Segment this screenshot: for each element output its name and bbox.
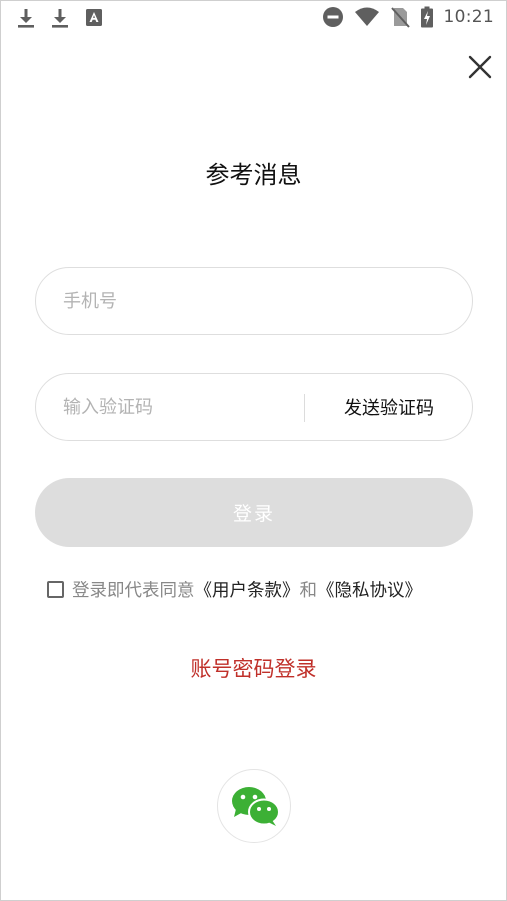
font-app-icon (86, 9, 102, 26)
password-login-link[interactable]: 账号密码登录 (191, 657, 317, 681)
status-time: 10:21 (443, 7, 494, 27)
verification-code-input[interactable] (63, 374, 298, 440)
password-login-row: 账号密码登录 (1, 653, 506, 683)
wechat-icon (232, 787, 280, 826)
code-field: 发送验证码 (35, 373, 473, 441)
divider (304, 394, 305, 422)
wechat-login-button[interactable] (217, 769, 291, 843)
agreement-checkbox[interactable] (47, 581, 64, 598)
download-icon (52, 9, 68, 28)
close-button[interactable] (467, 54, 493, 80)
no-sim-icon (390, 7, 410, 28)
login-button[interactable]: 登录 (35, 478, 473, 547)
login-screen: 10:21 参考消息 发送验证码 登录 登录即代表同意 《用户条款》 和 《隐私… (0, 0, 507, 901)
do-not-disturb-icon (322, 7, 343, 27)
phone-field (35, 267, 473, 335)
battery-charging-icon (420, 6, 433, 28)
status-bar-left (15, 7, 105, 29)
user-terms-link[interactable]: 《用户条款》 (195, 577, 300, 602)
status-bar: 10:21 (1, 1, 506, 35)
privacy-policy-link[interactable]: 《隐私协议》 (317, 577, 422, 602)
status-bar-right: 10:21 (322, 6, 495, 28)
send-code-button[interactable]: 发送验证码 (306, 374, 472, 440)
agreement-row: 登录即代表同意 《用户条款》 和 《隐私协议》 (47, 577, 422, 602)
wifi-icon (354, 7, 379, 26)
phone-input[interactable] (63, 268, 443, 334)
download-icon (18, 9, 34, 28)
agreement-and-text: 和 (299, 581, 318, 601)
agreement-text: 登录即代表同意 (72, 581, 195, 601)
page-title: 参考消息 (205, 161, 302, 189)
close-icon (468, 55, 492, 79)
